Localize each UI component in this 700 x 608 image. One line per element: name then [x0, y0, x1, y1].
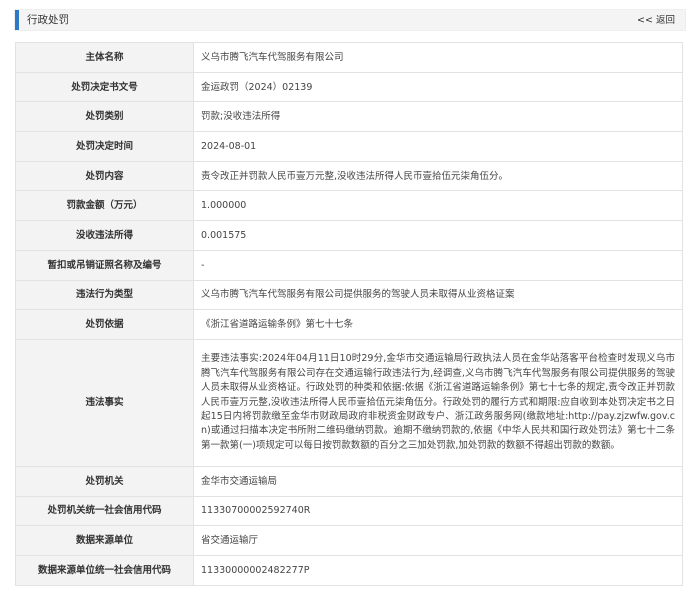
table-row: 违法事实 主要违法事实:2024年04月11日10时29分,金华市交通运输局行政… — [15, 338, 683, 467]
row-value-decision-date: 2024-08-01 — [193, 131, 683, 162]
row-label-confiscated-income: 没收违法所得 — [15, 220, 194, 251]
table-row: 数据来源单位 省交通运输厅 — [15, 525, 683, 556]
row-value-penalty-authority: 金华市交通运输局 — [193, 465, 683, 497]
row-value-violation-facts: 主要违法事实:2024年04月11日10时29分,金华市交通运输局行政执法人员在… — [193, 338, 683, 467]
row-label-decision-date: 处罚决定时间 — [15, 131, 194, 162]
table-row: 处罚决定书文号 金运政罚（2024）02139 — [15, 71, 683, 103]
row-label-data-source: 数据来源单位 — [15, 525, 194, 556]
row-label-penalty-authority: 处罚机关 — [15, 465, 194, 497]
table-row: 暂扣或吊销证照名称及编号 - — [15, 249, 683, 281]
row-label-entity-name: 主体名称 — [15, 42, 194, 73]
row-label-penalty-content: 处罚内容 — [15, 160, 194, 192]
row-value-decision-number: 金运政罚（2024）02139 — [193, 71, 683, 103]
row-value-violation-type: 义乌市腾飞汽车代驾服务有限公司提供服务的驾驶人员未取得从业资格证案 — [193, 279, 683, 311]
row-value-legal-basis: 《浙江省道路运输条例》第七十七条 — [193, 309, 683, 340]
table-row: 罚款金额（万元） 1.000000 — [15, 190, 683, 222]
header-accent-bar — [15, 10, 19, 30]
row-label-violation-type: 违法行为类型 — [15, 279, 194, 311]
row-value-data-source: 省交通运输厅 — [193, 525, 683, 556]
table-row: 处罚机关统一社会信用代码 11330700002592740R — [15, 495, 683, 527]
table-row: 处罚机关 金华市交通运输局 — [15, 465, 683, 497]
table-row: 数据来源单位统一社会信用代码 11330000002482277P — [15, 554, 683, 586]
row-label-penalty-category: 处罚类别 — [15, 101, 194, 133]
penalty-info-table: 主体名称 义乌市腾飞汽车代驾服务有限公司 处罚决定书文号 金运政罚（2024）0… — [15, 42, 683, 586]
table-row: 违法行为类型 义乌市腾飞汽车代驾服务有限公司提供服务的驾驶人员未取得从业资格证案 — [15, 279, 683, 311]
table-row: 处罚决定时间 2024-08-01 — [15, 131, 683, 162]
row-label-decision-number: 处罚决定书文号 — [15, 71, 194, 103]
row-label-fine-amount: 罚款金额（万元） — [15, 190, 194, 222]
table-row: 处罚类别 罚款;没收违法所得 — [15, 101, 683, 133]
row-value-entity-name: 义乌市腾飞汽车代驾服务有限公司 — [193, 42, 683, 73]
row-label-license-revoked: 暂扣或吊销证照名称及编号 — [15, 249, 194, 281]
back-link[interactable]: << 返回 — [637, 10, 675, 31]
row-value-fine-amount: 1.000000 — [193, 190, 683, 222]
table-row: 处罚依据 《浙江省道路运输条例》第七十七条 — [15, 309, 683, 340]
row-value-license-revoked: - — [193, 249, 683, 281]
row-value-authority-credit-code: 11330700002592740R — [193, 495, 683, 527]
row-label-legal-basis: 处罚依据 — [15, 309, 194, 340]
table-row: 处罚内容 责令改正并罚款人民币壹万元整,没收违法所得人民币壹拾伍元柒角伍分。 — [15, 160, 683, 192]
row-label-authority-credit-code: 处罚机关统一社会信用代码 — [15, 495, 194, 527]
table-row: 主体名称 义乌市腾飞汽车代驾服务有限公司 — [15, 42, 683, 73]
row-label-violation-facts: 违法事实 — [15, 338, 194, 467]
row-label-source-credit-code: 数据来源单位统一社会信用代码 — [15, 554, 194, 586]
section-title: 行政处罚 — [27, 14, 69, 26]
row-value-penalty-content: 责令改正并罚款人民币壹万元整,没收违法所得人民币壹拾伍元柒角伍分。 — [193, 160, 683, 192]
row-value-confiscated-income: 0.001575 — [193, 220, 683, 251]
row-value-penalty-category: 罚款;没收违法所得 — [193, 101, 683, 133]
table-row: 没收违法所得 0.001575 — [15, 220, 683, 251]
row-value-source-credit-code: 11330000002482277P — [193, 554, 683, 586]
section-header: 行政处罚 << 返回 — [14, 9, 686, 31]
